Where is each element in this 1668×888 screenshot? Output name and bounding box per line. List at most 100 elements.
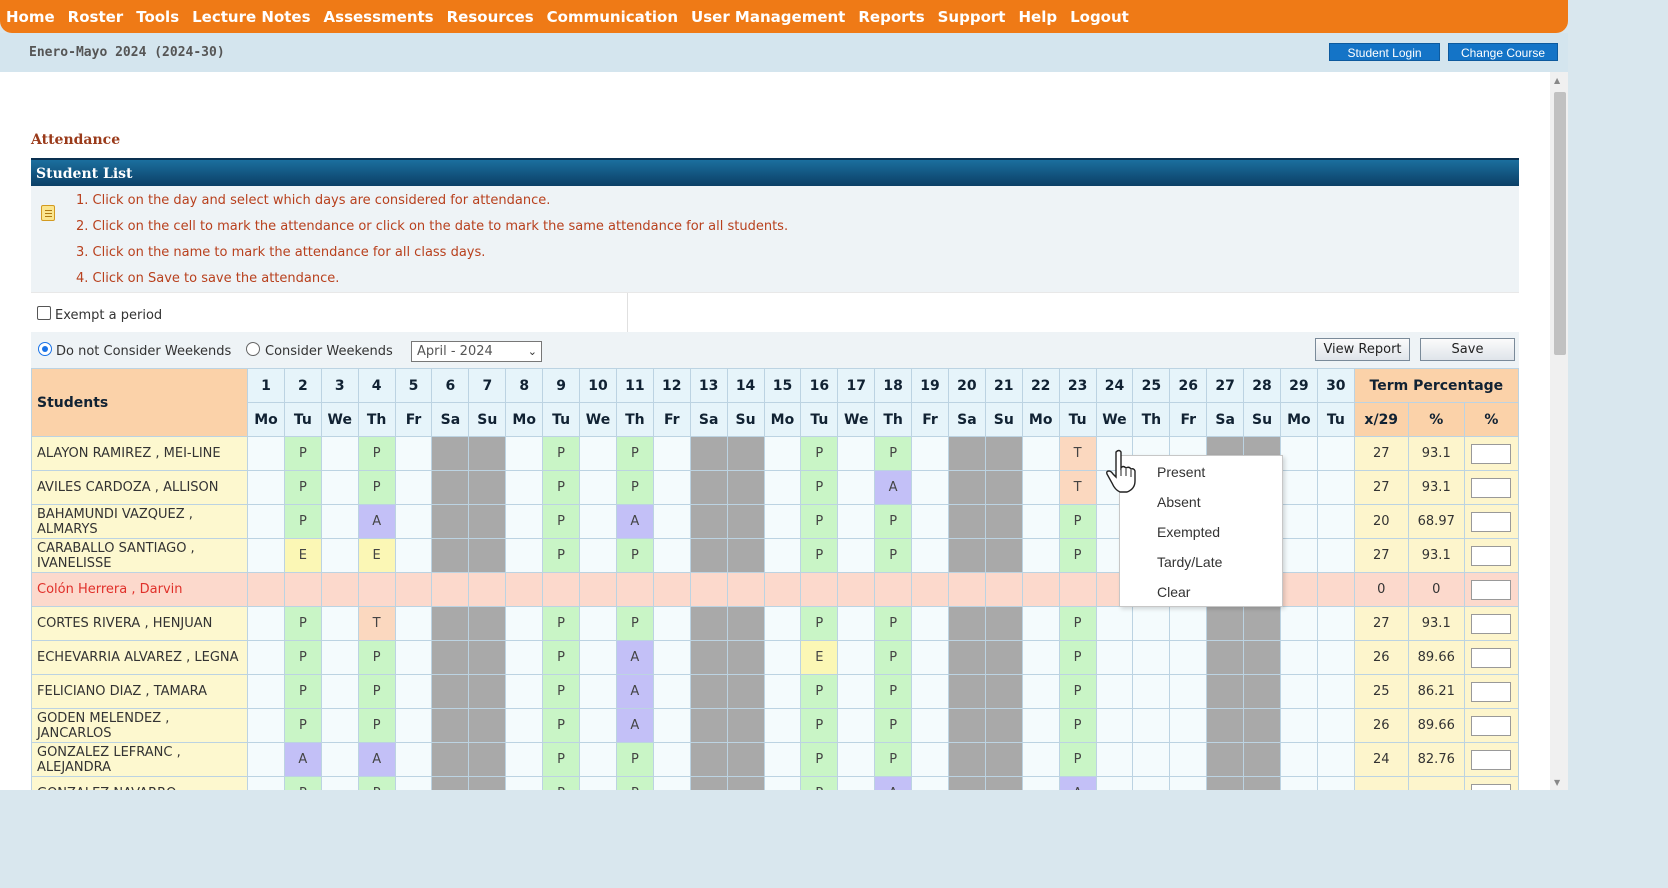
attendance-cell[interactable]: P [357, 776, 396, 790]
weekend-cell[interactable] [468, 776, 507, 790]
vertical-scrollbar[interactable]: ▲ ▼ [1550, 72, 1568, 790]
attendance-cell[interactable] [247, 674, 285, 709]
weekday-header[interactable]: Fr [1169, 402, 1208, 437]
attendance-cell[interactable] [505, 572, 544, 607]
attendance-cell[interactable]: P [542, 538, 581, 573]
attendance-cell[interactable] [652, 776, 691, 790]
attendance-cell[interactable] [837, 436, 876, 471]
student-name[interactable]: GONZALEZ NAVARRO [30, 776, 249, 790]
attendance-cell[interactable]: P [1058, 538, 1097, 573]
student-name[interactable]: CORTES RIVERA , HENJUAN [30, 606, 249, 641]
attendance-cell[interactable]: A [615, 640, 654, 675]
scroll-thumb[interactable] [1554, 92, 1566, 355]
weekend-cell[interactable] [726, 606, 765, 641]
weekend-cell[interactable] [689, 640, 728, 675]
weekday-header[interactable]: Fr [394, 402, 433, 437]
attendance-cell[interactable] [837, 504, 876, 539]
weekend-cell[interactable] [468, 640, 507, 675]
weekend-cell[interactable] [431, 470, 470, 505]
scroll-down-icon[interactable]: ▼ [1554, 778, 1560, 787]
attendance-cell[interactable] [542, 572, 581, 607]
attendance-cell[interactable] [579, 674, 617, 709]
attendance-cell[interactable]: A [1058, 776, 1097, 790]
attendance-cell[interactable] [320, 640, 359, 675]
percent-input[interactable] [1471, 511, 1512, 532]
day-header[interactable]: 25 [1132, 368, 1171, 403]
attendance-cell[interactable] [394, 640, 433, 675]
weekend-cell[interactable] [984, 742, 1023, 777]
attendance-cell[interactable] [911, 742, 949, 777]
percent-input[interactable] [1471, 579, 1512, 600]
day-header[interactable]: 11 [615, 368, 654, 403]
attendance-cell[interactable]: P [542, 776, 581, 790]
attendance-cell[interactable] [505, 436, 544, 471]
percent-input[interactable] [1471, 647, 1512, 668]
weekend-cell[interactable] [468, 674, 507, 709]
nav-home[interactable]: Home [6, 8, 55, 26]
attendance-cell[interactable] [320, 606, 359, 641]
attendance-cell[interactable] [1316, 538, 1355, 573]
weekend-cell[interactable] [984, 640, 1023, 675]
student-name[interactable]: BAHAMUNDI VAZQUEZ , ALMARYS [30, 504, 249, 539]
percent-input[interactable] [1471, 545, 1512, 566]
day-header[interactable]: 3 [320, 368, 359, 403]
attendance-cell[interactable] [837, 708, 876, 743]
attendance-cell[interactable] [1095, 606, 1134, 641]
attendance-cell[interactable] [652, 436, 691, 471]
nav-resources[interactable]: Resources [447, 8, 534, 26]
weekend-cell[interactable] [431, 640, 470, 675]
weekend-cell[interactable] [726, 538, 765, 573]
attendance-cell[interactable] [911, 606, 949, 641]
attendance-cell[interactable]: P [615, 606, 654, 641]
attendance-cell[interactable]: P [874, 640, 913, 675]
weekday-header[interactable]: Sa [1206, 402, 1245, 437]
attendance-cell[interactable] [247, 504, 285, 539]
weekend-cell[interactable] [689, 504, 728, 539]
attendance-cell[interactable] [247, 572, 285, 607]
month-select[interactable]: April - 2024 ⌄ [411, 341, 542, 362]
attendance-cell[interactable]: E [800, 640, 839, 675]
attendance-cell[interactable] [911, 436, 949, 471]
attendance-cell[interactable] [1316, 674, 1355, 709]
attendance-cell[interactable] [911, 572, 949, 607]
percent-input[interactable] [1471, 681, 1512, 702]
weekend-cell[interactable] [1206, 708, 1245, 743]
view-report-button[interactable]: View Report [1315, 338, 1410, 361]
weekend-cell[interactable] [726, 674, 765, 709]
attendance-cell[interactable] [1279, 504, 1318, 539]
weekday-header[interactable]: Su [726, 402, 765, 437]
weekend-cell[interactable] [947, 470, 986, 505]
percent-input[interactable] [1471, 443, 1512, 464]
attendance-cell[interactable]: P [283, 640, 322, 675]
weekend-cell[interactable] [726, 776, 765, 790]
weekend-cell[interactable] [947, 708, 986, 743]
attendance-cell[interactable]: P [874, 436, 913, 471]
student-name[interactable]: GODEN MELENDEZ , JANCARLOS [30, 708, 249, 743]
attendance-cell[interactable] [763, 776, 802, 790]
attendance-cell[interactable] [505, 606, 544, 641]
attendance-cell[interactable]: P [357, 640, 396, 675]
attendance-cell[interactable] [579, 572, 617, 607]
weekend-cell[interactable] [431, 538, 470, 573]
attendance-cell[interactable] [394, 606, 433, 641]
attendance-cell[interactable] [1279, 742, 1318, 777]
weekday-header[interactable]: Mo [505, 402, 544, 437]
attendance-cell[interactable] [911, 640, 949, 675]
weekend-cell[interactable] [1206, 674, 1245, 709]
attendance-cell[interactable] [320, 470, 359, 505]
attendance-cell[interactable] [1279, 674, 1318, 709]
attendance-cell[interactable] [1021, 504, 1060, 539]
menu-absent[interactable]: Absent [1157, 494, 1201, 510]
attendance-cell[interactable] [1316, 708, 1355, 743]
attendance-cell[interactable] [1058, 572, 1097, 607]
attendance-cell[interactable] [247, 606, 285, 641]
attendance-cell[interactable] [837, 606, 876, 641]
weekend-cell[interactable] [689, 606, 728, 641]
attendance-cell[interactable] [652, 538, 691, 573]
attendance-cell[interactable]: P [357, 436, 396, 471]
attendance-cell[interactable]: P [800, 776, 839, 790]
attendance-cell[interactable] [394, 674, 433, 709]
attendance-cell[interactable] [763, 674, 802, 709]
attendance-cell[interactable] [652, 742, 691, 777]
attendance-cell[interactable] [763, 606, 802, 641]
